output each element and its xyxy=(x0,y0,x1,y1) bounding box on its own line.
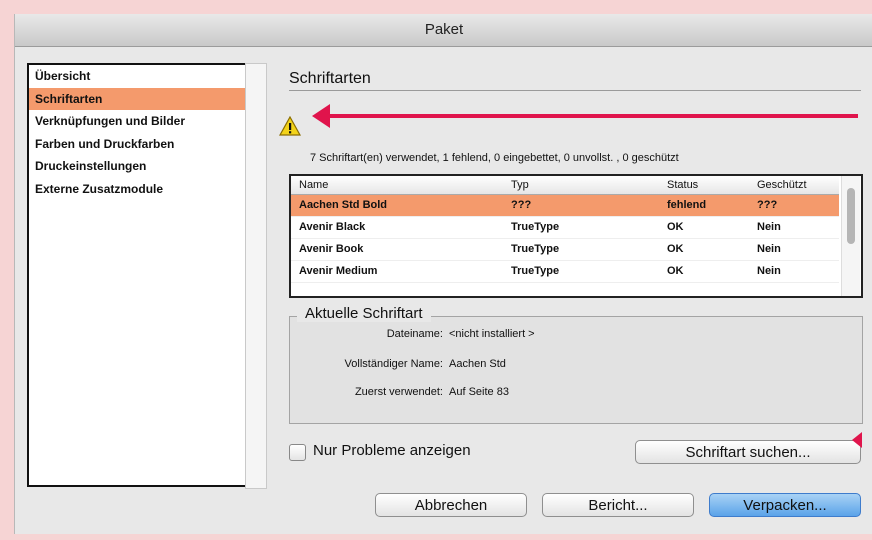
cell-protected: Nein xyxy=(757,265,781,277)
cell-type: TrueType xyxy=(511,265,560,277)
column-header-protected[interactable]: Geschützt xyxy=(757,176,807,194)
current-font-legend: Aktuelle Schriftart xyxy=(297,305,431,322)
scroll-thumb[interactable] xyxy=(847,188,855,244)
filename-label: Dateiname: xyxy=(386,328,443,340)
font-table: Name Typ Status Geschützt Aachen Std Bol… xyxy=(289,174,863,298)
window-title: Paket xyxy=(15,14,872,47)
cell-status: OK xyxy=(667,243,684,255)
sidebar-item-links-images[interactable]: Verknüpfungen und Bilder xyxy=(29,110,245,133)
table-row[interactable]: Avenir Medium TrueType OK Nein xyxy=(291,261,839,283)
sidebar-item-colors-inks[interactable]: Farben und Druckfarben xyxy=(29,133,245,156)
sidebar-scrollbar[interactable] xyxy=(245,63,267,489)
first-used-label: Zuerst verwendet: xyxy=(354,386,443,398)
font-summary: 7 Schriftart(en) verwendet, 1 fehlend, 0… xyxy=(310,152,679,164)
cell-name: Aachen Std Bold xyxy=(299,199,388,211)
only-problems-label[interactable]: Nur Probleme anzeigen xyxy=(313,442,471,459)
table-row[interactable]: Avenir Book TrueType OK Nein xyxy=(291,239,839,261)
only-problems-checkbox[interactable] xyxy=(289,444,306,461)
sidebar: Übersicht Schriftarten Verknüpfungen und… xyxy=(27,63,247,487)
table-row[interactable]: Aachen Std Bold ??? fehlend ??? xyxy=(291,195,839,217)
cell-type: TrueType xyxy=(511,243,560,255)
sidebar-item-fonts[interactable]: Schriftarten xyxy=(29,87,245,111)
cell-status: OK xyxy=(667,221,684,233)
column-header-type[interactable]: Typ xyxy=(511,176,529,194)
cell-type: TrueType xyxy=(511,221,560,233)
sidebar-item-print-settings[interactable]: Druckeinstellungen xyxy=(29,155,245,178)
cell-protected: Nein xyxy=(757,243,781,255)
cell-name: Avenir Medium xyxy=(299,265,378,277)
first-used-value: Auf Seite 83 xyxy=(449,386,509,398)
annotation-arrow-head xyxy=(312,104,330,128)
warning-icon xyxy=(279,116,301,136)
section-title: Schriftarten xyxy=(289,70,371,87)
package-dialog: Paket Übersicht Schriftarten Verknüpfung… xyxy=(14,14,872,534)
column-header-status[interactable]: Status xyxy=(667,176,698,194)
cell-protected: ??? xyxy=(757,199,778,211)
column-header-name[interactable]: Name xyxy=(299,176,328,194)
fullname-label: Vollständiger Name: xyxy=(344,358,443,370)
annotation-arrow-line xyxy=(328,114,858,118)
cell-status: OK xyxy=(667,265,684,277)
cancel-button[interactable]: Abbrechen xyxy=(375,493,527,517)
package-button[interactable]: Verpacken... xyxy=(709,493,861,517)
report-button[interactable]: Bericht... xyxy=(542,493,694,517)
sidebar-item-external-plugins[interactable]: Externe Zusatzmodule xyxy=(29,178,245,201)
cell-protected: Nein xyxy=(757,221,781,233)
cell-name: Avenir Black xyxy=(299,221,366,233)
filename-value: <nicht installiert > xyxy=(449,328,535,340)
cell-status: fehlend xyxy=(667,199,707,211)
table-scrollbar[interactable] xyxy=(841,176,860,296)
cell-name: Avenir Book xyxy=(299,243,364,255)
annotation-marker xyxy=(852,432,862,448)
table-row[interactable]: Avenir Black TrueType OK Nein xyxy=(291,217,839,239)
fullname-value: Aachen Std xyxy=(449,358,506,370)
sidebar-item-overview[interactable]: Übersicht xyxy=(29,65,245,88)
find-font-button[interactable]: Schriftart suchen... xyxy=(635,440,861,464)
section-divider xyxy=(289,90,861,91)
cell-type: ??? xyxy=(511,199,532,211)
table-header: Name Typ Status Geschützt xyxy=(291,176,839,195)
